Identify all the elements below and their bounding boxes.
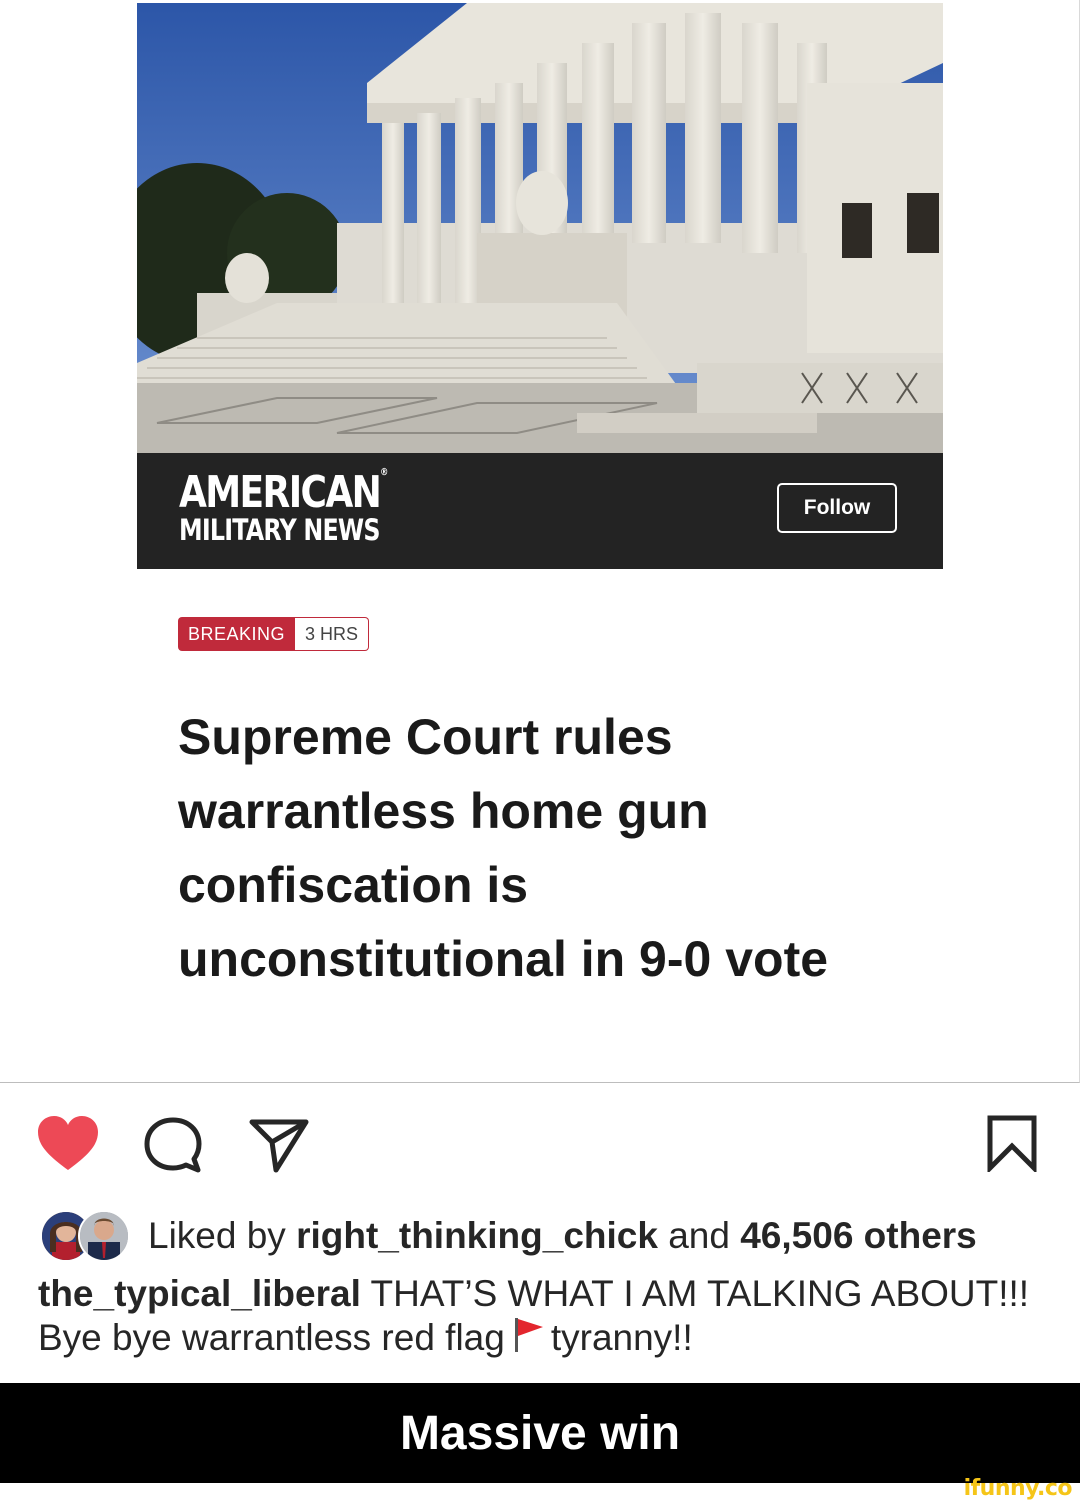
publisher-name-line2: MILITARY NEWS <box>179 513 380 547</box>
supreme-court-building-image <box>137 3 943 453</box>
bookmark-icon[interactable] <box>986 1114 1038 1177</box>
likes-count[interactable]: 46,506 others <box>740 1215 977 1257</box>
follow-button[interactable]: Follow <box>777 483 897 533</box>
article-photo[interactable] <box>137 3 943 453</box>
share-icon[interactable] <box>248 1118 310 1179</box>
likes-summary[interactable]: Liked by right_thinking_chick and 46,506… <box>40 1208 977 1264</box>
post-actions-bar <box>0 1100 1080 1180</box>
ifunny-watermark: ifunny.co <box>963 1476 1073 1501</box>
publisher-name-line1: AMERICAN <box>179 467 382 518</box>
heart-icon[interactable] <box>36 1114 100 1177</box>
meme-caption-bar: Massive win <box>0 1383 1080 1483</box>
publisher-logo[interactable]: AMERICAN® <box>179 467 388 518</box>
caption-text-end: tyranny!! <box>550 1317 693 1358</box>
registered-mark: ® <box>380 467 389 478</box>
meme-caption: Massive win <box>399 1406 681 1460</box>
caption-username[interactable]: the_typical_liberal <box>38 1273 361 1314</box>
publisher-bar: AMERICAN® MILITARY NEWS Follow <box>137 453 943 569</box>
article-card[interactable]: AMERICAN® MILITARY NEWS Follow BREAKING … <box>0 0 1080 1083</box>
liker-username[interactable]: right_thinking_chick <box>296 1215 658 1257</box>
breaking-label: BREAKING <box>178 617 296 651</box>
post-caption: the_typical_liberal THAT’S WHAT I AM TAL… <box>38 1272 1048 1364</box>
article-headline[interactable]: Supreme Court rules warrantless home gun… <box>178 700 898 996</box>
liker-avatars <box>40 1210 132 1262</box>
likes-conjunction: and <box>668 1215 730 1256</box>
comment-icon[interactable] <box>142 1116 204 1179</box>
article-age: 3 HRS <box>295 617 370 651</box>
likes-prefix: Liked by <box>148 1215 286 1256</box>
red-flag-icon <box>511 1316 545 1364</box>
breaking-badge: BREAKING 3 HRS <box>178 617 370 651</box>
avatar <box>78 1210 130 1262</box>
